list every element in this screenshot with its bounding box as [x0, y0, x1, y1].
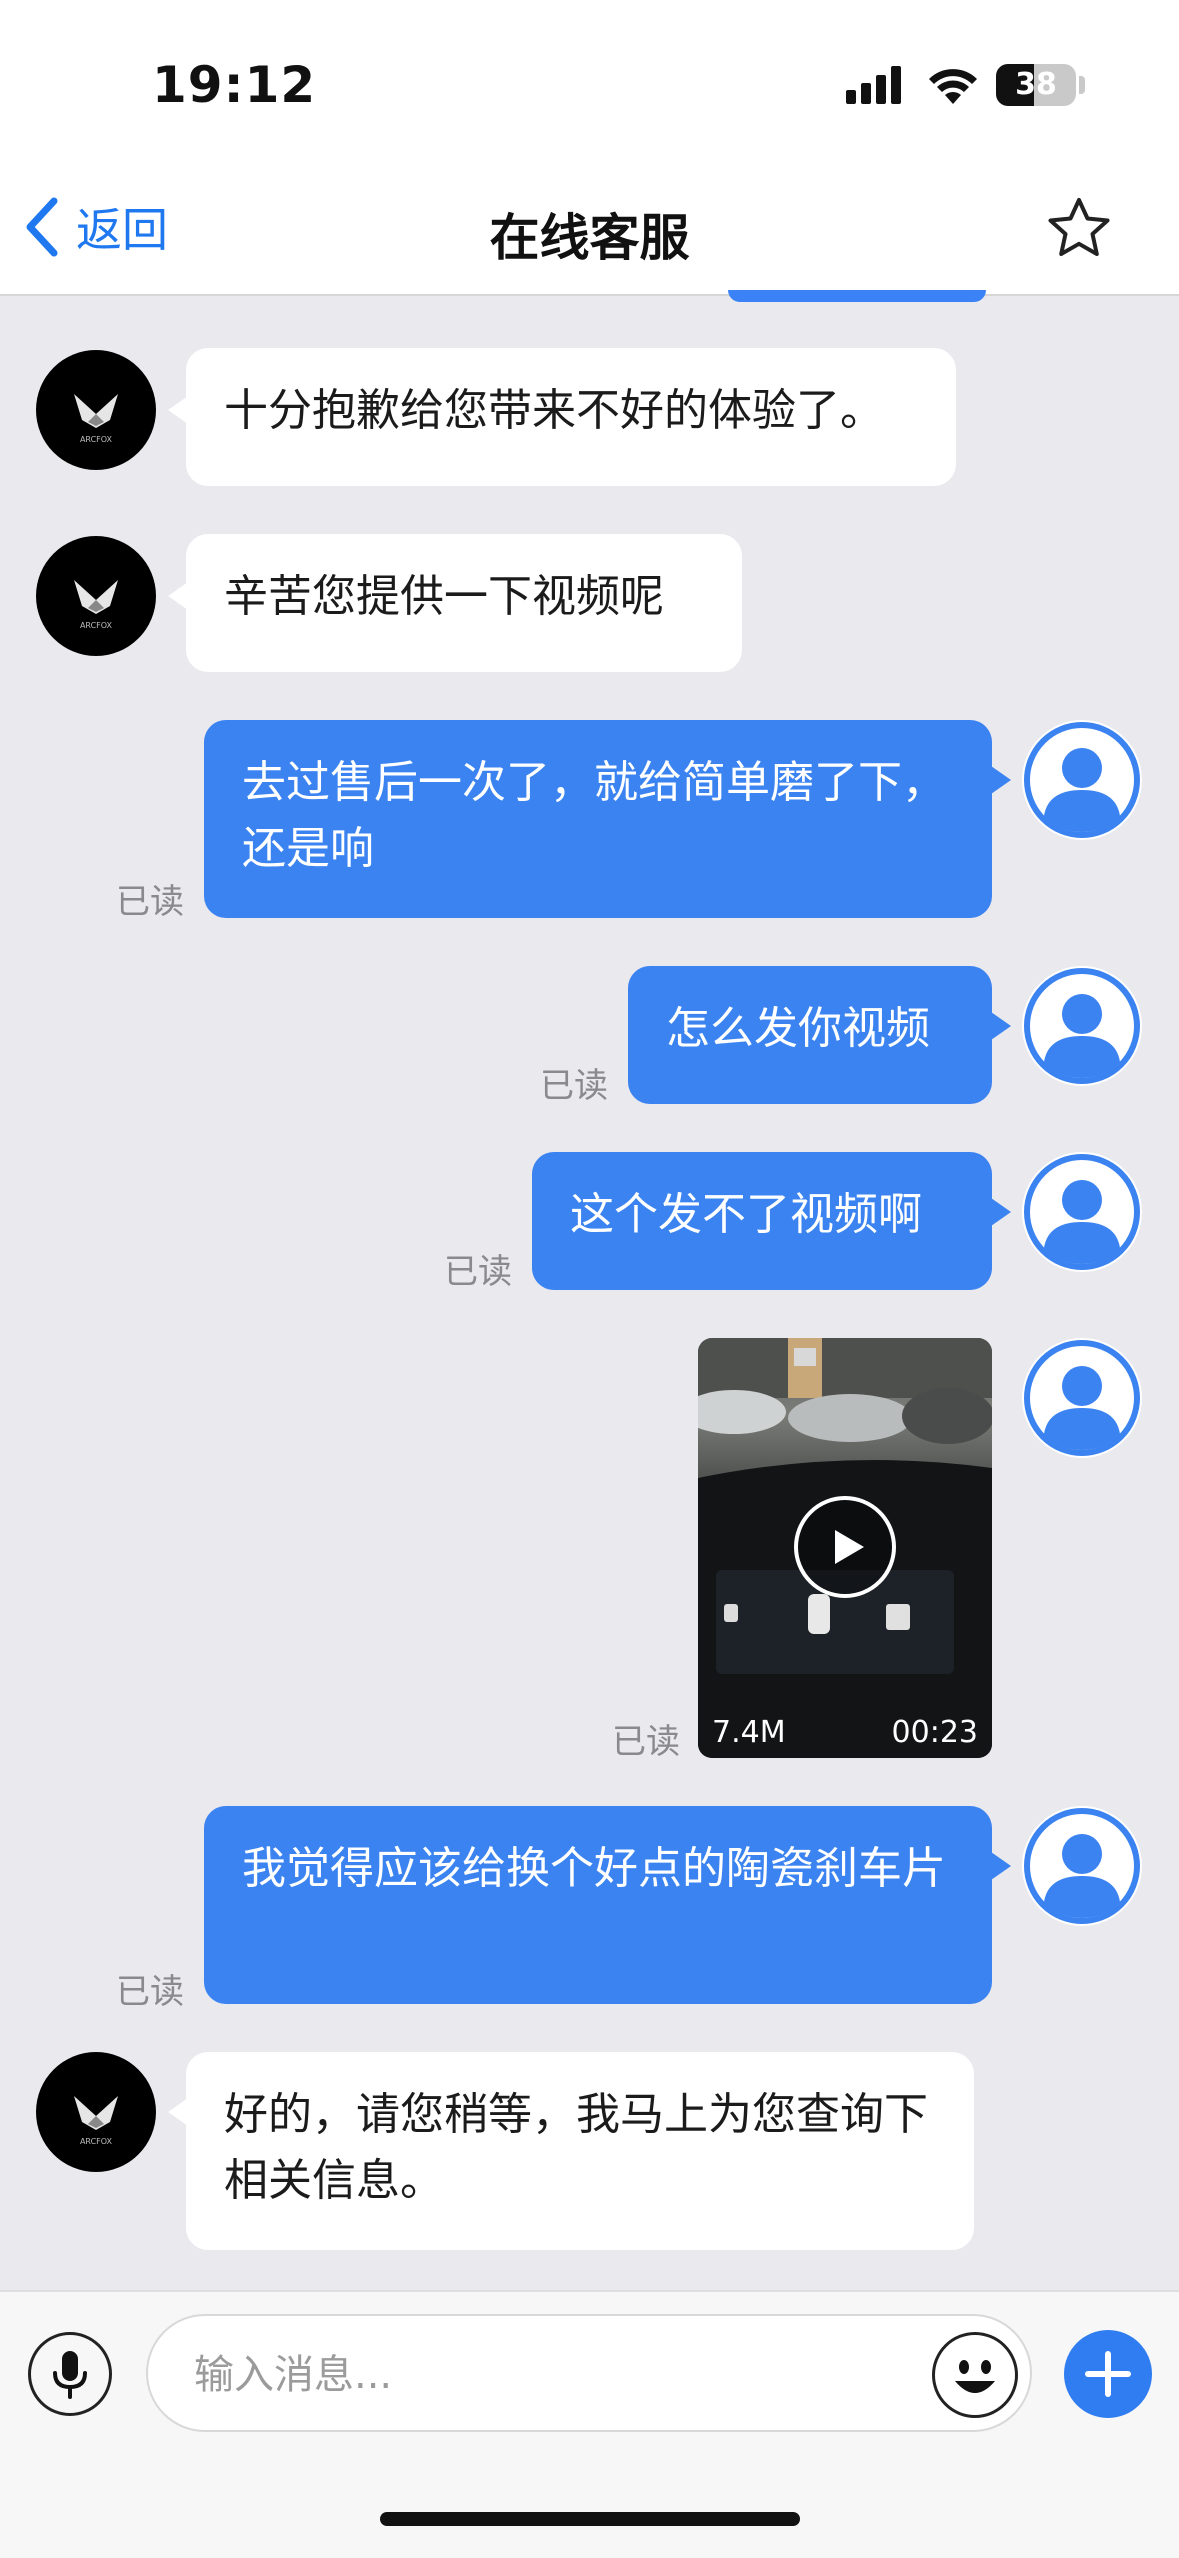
voice-button[interactable]	[28, 2332, 112, 2416]
read-receipt: 已读	[116, 882, 184, 922]
read-receipt: 已读	[444, 1252, 512, 1292]
message-input[interactable]	[192, 2346, 876, 2404]
agent-avatar: ARCFOX	[36, 536, 156, 656]
user-message-bubble: 我觉得应该给换个好点的陶瓷刹车片	[204, 1806, 992, 2004]
user-avatar-icon	[1024, 968, 1140, 1084]
agent-brand-text: ARCFOX	[80, 2137, 113, 2146]
video-message[interactable]: 7.4M 00:23	[698, 1338, 992, 1758]
agent-message-bubble: 辛苦您提供一下视频呢	[186, 534, 742, 672]
bubble-tail	[991, 1852, 1011, 1880]
user-avatar-icon	[1024, 1154, 1140, 1270]
status-bar: 19:12 38	[0, 0, 1179, 160]
user-message-bubble: 怎么发你视频	[628, 966, 992, 1104]
bubble-tail	[991, 1012, 1011, 1040]
agent-message-bubble: 好的，请您稍等，我马上为您查询下相关信息。	[186, 2052, 974, 2250]
video-duration: 00:23	[891, 1715, 978, 1750]
battery-level: 38	[1015, 67, 1057, 102]
agent-message-bubble: 十分抱歉给您带来不好的体验了。	[186, 348, 956, 486]
read-receipt: 已读	[540, 1066, 608, 1106]
status-time: 19:12	[152, 56, 317, 114]
battery-icon: 38	[996, 64, 1076, 106]
user-avatar	[1022, 1152, 1142, 1272]
user-avatar	[1022, 966, 1142, 1086]
play-icon[interactable]	[792, 1494, 898, 1600]
read-receipt: 已读	[612, 1722, 680, 1762]
bubble-tail	[991, 1198, 1011, 1226]
user-avatar	[1022, 1806, 1142, 1926]
user-avatar-icon	[1024, 722, 1140, 838]
agent-brand-text: ARCFOX	[80, 621, 113, 630]
arcfox-logo-icon: ARCFOX	[74, 394, 118, 444]
add-button[interactable]	[1064, 2330, 1152, 2418]
cellular-signal-icon	[846, 66, 901, 104]
bubble-tail	[991, 766, 1011, 794]
battery-cap	[1079, 76, 1085, 94]
microphone-icon	[53, 2351, 87, 2399]
home-indicator[interactable]	[380, 2512, 800, 2526]
plus-icon	[1085, 2351, 1131, 2397]
read-receipt: 已读	[116, 1972, 184, 2012]
message-field[interactable]	[146, 2314, 1032, 2432]
user-message-bubble: 去过售后一次了，就给简单磨了下，还是响	[204, 720, 992, 918]
user-avatar	[1022, 720, 1142, 840]
video-size: 7.4M	[712, 1715, 786, 1750]
agent-avatar: ARCFOX	[36, 350, 156, 470]
agent-brand-text: ARCFOX	[80, 435, 113, 444]
user-avatar	[1022, 1338, 1142, 1458]
previous-message-edge	[728, 290, 986, 302]
emoji-button[interactable]	[932, 2332, 1018, 2418]
nav-bar: 返回 在线客服	[0, 160, 1179, 296]
user-avatar-icon	[1024, 1340, 1140, 1456]
bubble-tail	[168, 582, 188, 610]
bubble-tail	[168, 2098, 188, 2126]
emoji-icon	[955, 2360, 995, 2393]
user-message-bubble: 这个发不了视频啊	[532, 1152, 992, 1290]
wifi-icon	[929, 69, 977, 104]
star-icon[interactable]	[1046, 196, 1112, 262]
agent-avatar: ARCFOX	[36, 2052, 156, 2172]
page-title: 在线客服	[489, 209, 690, 267]
arcfox-logo-icon: ARCFOX	[74, 2096, 118, 2146]
user-avatar-icon	[1024, 1808, 1140, 1924]
bubble-tail	[168, 396, 188, 424]
arcfox-logo-icon: ARCFOX	[74, 580, 118, 630]
